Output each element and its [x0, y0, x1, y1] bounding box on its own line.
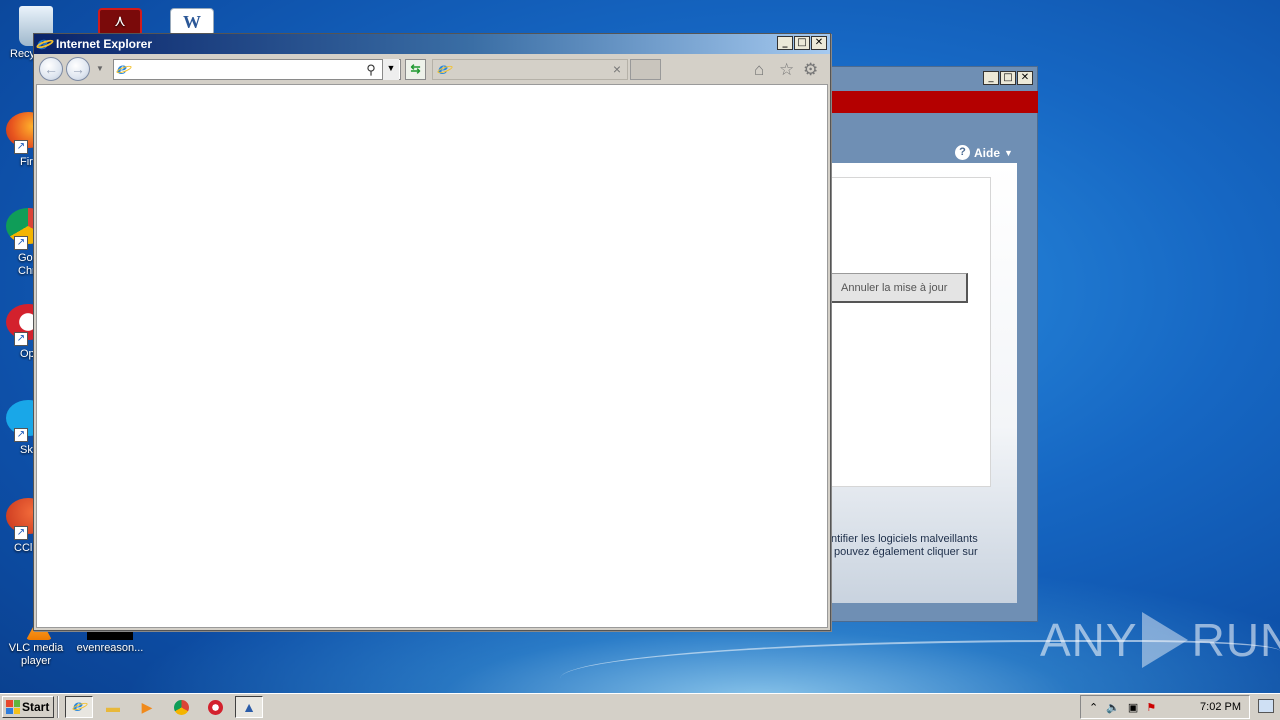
maximize-button[interactable]: □: [1000, 71, 1016, 85]
window-controls: _ □ ✕: [777, 36, 827, 50]
desktop-icon-chrome[interactable]: ↗ Go Chr: [0, 208, 34, 278]
volume-icon[interactable]: 🔈: [1106, 701, 1120, 714]
folder-icon: ▬: [106, 699, 120, 715]
chrome-icon: [173, 699, 189, 715]
description-line: pouvez également cliquer sur: [834, 546, 978, 558]
anyrun-watermark: ANY RUN: [1040, 612, 1280, 668]
address-bar[interactable]: e ⚲: [113, 59, 401, 80]
app-content-area: Annuler la mise à jour ntifier les logic…: [831, 163, 1017, 603]
ie-icon: e: [71, 696, 89, 715]
taskbar-app-opera[interactable]: [201, 696, 229, 718]
window-title: Internet Explorer: [56, 37, 153, 51]
ccleaner-icon: ↗: [6, 498, 34, 540]
start-button[interactable]: Start: [2, 696, 54, 718]
history-dropdown-icon[interactable]: ▼: [96, 64, 104, 73]
desktop-icon-ccleaner[interactable]: ↗ CCl: [0, 498, 34, 555]
desktop-icon-opera[interactable]: ↗ Op: [0, 304, 34, 361]
acrobat-icon: ⋏: [98, 8, 142, 36]
play-icon: [1141, 612, 1188, 668]
desktop-icon-firefox[interactable]: ↗ Fir: [0, 112, 34, 169]
browser-tab[interactable]: e ×: [432, 59, 628, 80]
cancel-update-button[interactable]: Annuler la mise à jour: [831, 273, 968, 303]
page-ie-icon: e: [115, 59, 133, 78]
clock[interactable]: 7:02 PM: [1200, 701, 1241, 713]
word-document-icon: W: [170, 8, 214, 36]
start-label: Start: [22, 700, 50, 714]
navigation-bar: ← → ▼ e ⚲ ▼ ⇆ e × ⌂ ☆ ⚙: [34, 54, 830, 84]
address-dropdown-button[interactable]: ▼: [382, 59, 399, 80]
taskbar-app-explorer[interactable]: ▬: [99, 696, 127, 718]
show-desktop-button[interactable]: [1258, 699, 1274, 713]
arrow-left-icon: ←: [44, 61, 58, 77]
arrow-right-icon: →: [71, 61, 85, 77]
help-label: Aide: [974, 145, 1001, 160]
app-panel: [831, 177, 991, 487]
forward-button[interactable]: →: [66, 57, 90, 81]
shortcut-arrow-icon: ↗: [14, 236, 28, 250]
taskbar-app-setup[interactable]: ▲: [235, 696, 263, 718]
gear-icon[interactable]: ⚙: [803, 61, 818, 78]
security-alert-icon[interactable]: ⚑: [1146, 701, 1156, 714]
app-header-bar: [831, 91, 1038, 113]
taskbar-app-media-player[interactable]: ▶: [133, 696, 161, 718]
app-description: ntifier les logiciels malveillants pouve…: [831, 533, 1011, 559]
minimize-button[interactable]: _: [777, 36, 793, 50]
background-app-window[interactable]: _ □ ✕ ? Aide ▼ Annuler la mise à jour nt…: [830, 66, 1038, 622]
watermark-text-right: RUN: [1191, 614, 1280, 666]
desktop-icon-label: Sk: [20, 444, 33, 456]
taskbar: Start e ▬ ▶ ▲ ⌃ 🔈 ▣ ⚑ 7:02 PM: [0, 693, 1280, 720]
shortcut-arrow-icon: ↗: [14, 526, 28, 540]
internet-explorer-window[interactable]: e Internet Explorer _ □ ✕ ← → ▼ e ⚲ ▼ ⇆ …: [33, 33, 831, 631]
desktop-icon-label: Fir: [20, 156, 33, 168]
desktop-icon-label: evenreason...: [76, 642, 144, 654]
refresh-icon: ⇆: [410, 62, 421, 76]
refresh-button[interactable]: ⇆: [405, 59, 426, 80]
search-icon[interactable]: ⚲: [362, 62, 380, 78]
minimize-button[interactable]: _: [983, 71, 999, 85]
description-line: ntifier les logiciels malveillants: [831, 533, 978, 545]
system-tray: ⌃ 🔈 ▣ ⚑ 7:02 PM: [1080, 695, 1250, 719]
help-menu[interactable]: ? Aide ▼: [955, 145, 1013, 160]
back-button[interactable]: ←: [39, 57, 63, 81]
taskbar-separator: [57, 696, 59, 718]
tab-ie-icon: e: [436, 59, 454, 78]
close-button[interactable]: ✕: [1017, 71, 1033, 85]
window-titlebar[interactable]: e Internet Explorer _ □ ✕: [34, 33, 830, 54]
media-player-icon: ▶: [141, 698, 153, 715]
chevron-down-icon: ▼: [386, 63, 396, 73]
page-content-area[interactable]: [36, 84, 828, 628]
opera-icon: ↗: [6, 304, 34, 346]
taskbar-app-ie[interactable]: e: [65, 696, 93, 718]
new-tab-button[interactable]: [630, 59, 661, 80]
shortcut-arrow-icon: ↗: [14, 428, 28, 442]
chrome-icon: ↗: [6, 208, 34, 250]
shortcut-arrow-icon: ↗: [14, 140, 28, 154]
chevron-down-icon: ▼: [1004, 147, 1013, 158]
maximize-button[interactable]: □: [794, 36, 810, 50]
address-input[interactable]: [132, 60, 362, 79]
watermark-text-left: ANY: [1040, 614, 1138, 666]
firefox-icon: ↗: [6, 112, 34, 154]
desktop-icon-label: CCl: [14, 542, 33, 554]
help-icon: ?: [955, 145, 970, 160]
setup-icon: ▲: [242, 699, 256, 715]
close-tab-icon[interactable]: ×: [613, 61, 621, 77]
desktop-icon-label: Op: [20, 348, 34, 360]
windows-flag-icon: [6, 700, 20, 714]
skype-icon: ↗: [6, 400, 34, 442]
desktop-icon-skype[interactable]: ↗ Sk: [0, 400, 34, 457]
favorites-star-icon[interactable]: ☆: [779, 61, 794, 78]
desktop-icon-label: VLC media player: [8, 642, 64, 667]
shortcut-arrow-icon: ↗: [14, 332, 28, 346]
tray-expand-icon[interactable]: ⌃: [1089, 701, 1098, 714]
taskbar-app-chrome[interactable]: [167, 696, 195, 718]
home-icon[interactable]: ⌂: [754, 61, 764, 78]
window-controls: _ □ ✕: [983, 71, 1033, 85]
desktop-icon-label: Go Chr: [18, 252, 34, 277]
close-button[interactable]: ✕: [811, 36, 827, 50]
opera-icon: [207, 699, 223, 715]
internet-explorer-icon: e: [35, 33, 55, 54]
network-icon[interactable]: ▣: [1128, 701, 1138, 714]
